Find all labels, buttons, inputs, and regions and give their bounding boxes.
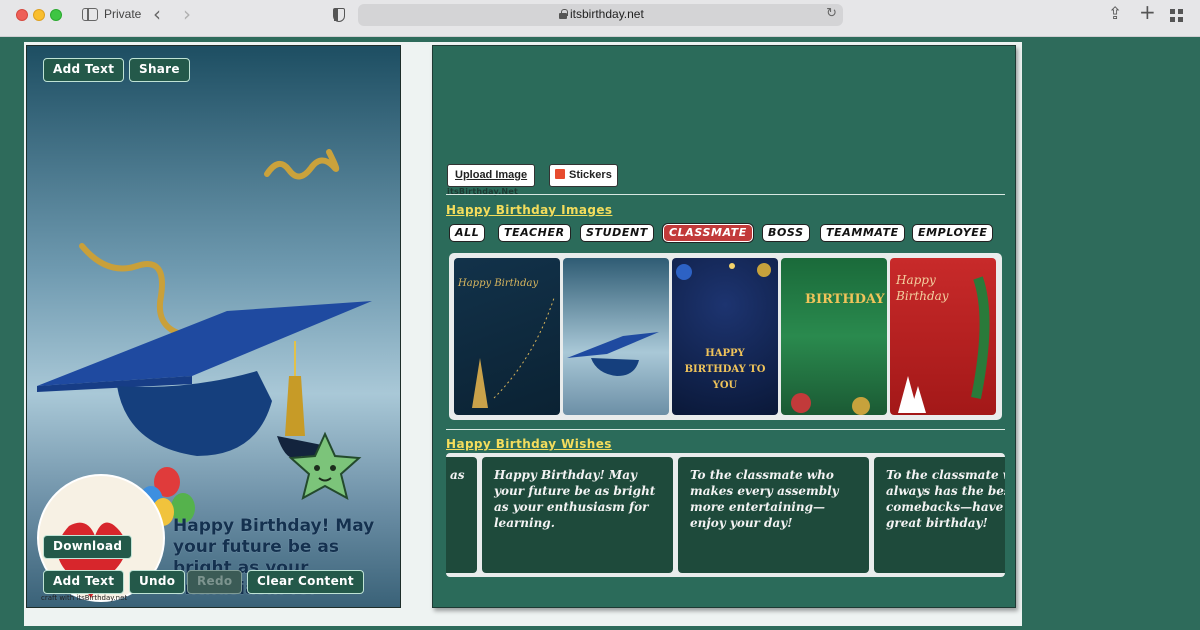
thumbnail-image[interactable]: Happy Birthday — [454, 258, 560, 415]
cap-tassel — [285, 376, 305, 436]
private-mode-label: Private — [104, 7, 142, 21]
add-text-bottom-button[interactable]: Add Text — [43, 570, 125, 594]
privacy-shield-icon[interactable] — [333, 8, 345, 22]
lock-icon — [559, 9, 568, 19]
new-tab-icon[interactable]: + — [1139, 2, 1156, 22]
cap-board — [37, 301, 372, 386]
category-teammate[interactable]: TEAMMATE — [820, 224, 905, 242]
wish-card[interactable]: To the classmate who always has the best… — [874, 457, 1005, 573]
share-button[interactable]: Share — [129, 58, 190, 82]
address-bar[interactable]: itsbirthday.net ↻ — [358, 4, 843, 26]
thumbnail-image[interactable]: HAPPY BIRTHDAY TO YOU — [672, 258, 778, 415]
close-window-button[interactable] — [16, 9, 28, 21]
url-text: itsbirthday.net — [570, 7, 644, 21]
category-classmate[interactable]: CLASSMATE — [663, 224, 753, 242]
zoom-window-button[interactable] — [50, 9, 62, 21]
wish-card[interactable]: Happy Birthday! May your future be as br… — [482, 457, 673, 573]
images-section-title: Happy Birthday Images — [446, 203, 613, 217]
divider — [446, 429, 1005, 430]
wish-text-partial: as — [450, 468, 465, 482]
category-all[interactable]: ALL — [449, 224, 486, 242]
wish-card[interactable]: as — [446, 457, 477, 573]
thumbnail-label: HAPPY BIRTHDAY TO YOU — [684, 348, 766, 391]
back-icon[interactable]: ‹ — [153, 3, 161, 25]
wish-card[interactable]: To the classmate who makes every assembl… — [678, 457, 869, 573]
share-icon[interactable]: ⇪ — [1108, 4, 1122, 24]
gift-icon — [555, 169, 565, 179]
category-boss[interactable]: BOSS — [762, 224, 810, 242]
thumbnail-image[interactable]: Happy Birthday — [890, 258, 996, 415]
thumbnail-image[interactable]: BIRTHDAY — [781, 258, 887, 415]
clear-content-button[interactable]: Clear Content — [247, 570, 364, 594]
wish-text: To the classmate who always has the best… — [886, 468, 1005, 530]
thumbnail-image[interactable] — [563, 258, 669, 415]
category-student[interactable]: STUDENT — [580, 224, 654, 242]
wishes-section-title: Happy Birthday Wishes — [446, 437, 612, 451]
divider — [446, 194, 1005, 195]
wish-text: To the classmate who makes every assembl… — [690, 468, 839, 530]
template-panel: Upload Image Stickers itsBirthday.Net Ha… — [432, 45, 1016, 608]
wishes-carousel[interactable]: as Happy Birthday! May your future be as… — [446, 453, 1005, 577]
undo-button[interactable]: Undo — [129, 570, 186, 594]
redo-button[interactable]: Redo — [187, 570, 243, 594]
stickers-label: Stickers — [569, 169, 612, 181]
download-button[interactable]: Download — [43, 535, 133, 559]
wish-text: Happy Birthday! May your future be as br… — [494, 468, 656, 530]
add-text-top-button[interactable]: Add Text — [43, 58, 125, 82]
reload-icon[interactable]: ↻ — [826, 6, 837, 21]
image-gallery: Happy Birthday HAPPY BIRTHDAY TO YOU BIR… — [449, 253, 1002, 420]
ribbon-top — [264, 149, 340, 180]
forward-icon[interactable]: › — [183, 3, 191, 25]
upload-image-button[interactable]: Upload Image — [447, 164, 536, 187]
category-employee[interactable]: EMPLOYEE — [912, 224, 994, 242]
browser-toolbar: Private ‹ › itsbirthday.net ↻ ⇪ + — [0, 0, 1200, 37]
stickers-button[interactable]: Stickers — [549, 164, 618, 187]
watermark-text: craft with itsBirthday.net — [41, 594, 128, 602]
tab-overview-icon[interactable] — [1170, 9, 1183, 22]
sidebar-toggle-icon[interactable] — [82, 8, 98, 21]
card-canvas[interactable]: Add Text Share Happy Birthday! May your … — [26, 45, 401, 608]
minimize-window-button[interactable] — [33, 9, 45, 21]
category-teacher[interactable]: TEACHER — [498, 224, 571, 242]
ribbon-left — [79, 243, 184, 337]
